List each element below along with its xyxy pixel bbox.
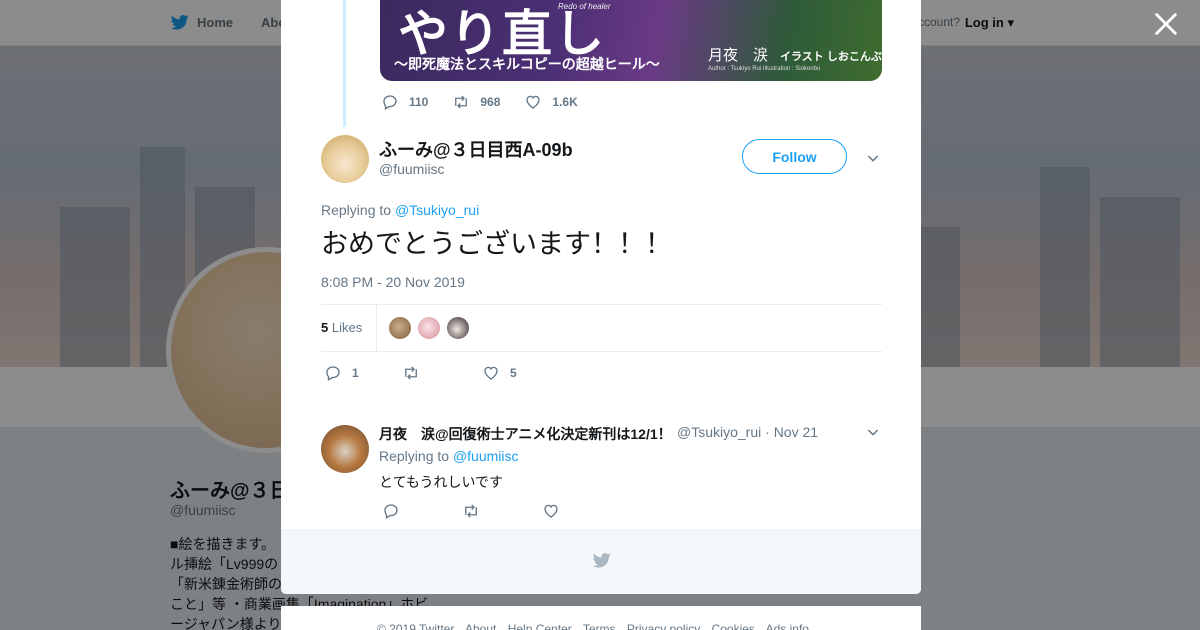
heart-icon [484, 366, 498, 380]
footer-link-ads[interactable]: Ads info [766, 622, 809, 630]
reply-text: とてもうれしいです [379, 474, 504, 490]
modal-footer [281, 530, 921, 594]
like-button[interactable] [542, 502, 570, 520]
replying-prefix: Replying to [379, 448, 450, 464]
like-button[interactable]: 1.6K [524, 93, 578, 111]
retweet-button[interactable] [402, 364, 472, 382]
reply-icon [326, 366, 340, 381]
stats-divider [376, 305, 377, 352]
likes-label: Likes [331, 320, 363, 335]
retweet-button[interactable] [462, 502, 532, 520]
media-credit: Author : Tsukiyo Rui Illustration : Siok… [708, 66, 821, 72]
footer-link-help[interactable]: Help Center [508, 622, 572, 630]
reply-author-handle-and-date[interactable]: @Tsukiyo_rui · Nov 21 [677, 424, 818, 440]
reply-author-name[interactable]: 月夜 涙@回復術士アニメ化決定新刊は12/1！ [379, 424, 672, 444]
footer-link-about[interactable]: About [465, 622, 496, 630]
reply-replying-to: Replying to @fuumiisc [379, 448, 519, 464]
twitter-bird-icon [592, 552, 611, 568]
retweet-button[interactable]: 968 [452, 93, 500, 111]
tweet-timestamp[interactable]: 8:08 PM - 20 Nov 2019 [321, 274, 465, 290]
footer-link-terms[interactable]: Terms [583, 622, 616, 630]
replying-prefix: Replying to [321, 202, 392, 218]
footer-links: © 2019 Twitter About Help Center Terms P… [377, 622, 817, 630]
footer-copyright: © 2019 Twitter [377, 622, 455, 630]
tweet-text: おめでとうございます！！！ [321, 229, 672, 259]
previous-tweet-media[interactable]: やり直し Redo of healer 〜即死魔法とスキルコピーの超越ヒール〜 … [380, 0, 882, 81]
like-count: 1.6K [552, 95, 578, 109]
heart-icon [544, 504, 558, 518]
thread-line [343, 0, 346, 127]
tweet-stats: 5 Likes [321, 304, 882, 352]
media-author: 月夜 涙 [708, 46, 769, 64]
page-footer: © 2019 Twitter About Help Center Terms P… [281, 606, 921, 630]
author-display-name[interactable]: ふーみ@３日目西A-09b [379, 136, 573, 162]
reply-icon [384, 504, 398, 519]
author-avatar[interactable] [321, 135, 369, 183]
previous-tweet-actions: 110 968 1.6K [381, 93, 598, 111]
replying-to-link[interactable]: @fuumiisc [453, 448, 519, 464]
reply-author-avatar[interactable] [321, 425, 369, 473]
tweet-actions: 1 5 [324, 364, 537, 382]
follow-button[interactable]: Follow [742, 139, 847, 174]
reply-count: 110 [409, 95, 429, 109]
media-english-title: Redo of healer [558, 2, 611, 11]
chevron-down-icon[interactable] [865, 424, 881, 440]
reply-date: · Nov 21 [765, 424, 819, 440]
liker-avatar[interactable] [417, 316, 441, 340]
retweet-icon [405, 366, 417, 380]
close-icon[interactable] [1152, 10, 1180, 38]
retweet-count: 968 [480, 95, 501, 109]
media-subtitle: 〜即死魔法とスキルコピーの超越ヒール〜 [394, 57, 660, 73]
replying-to: Replying to @Tsukiyo_rui [321, 202, 479, 218]
likes-count[interactable]: 5 Likes [321, 320, 362, 335]
reply-button[interactable]: 110 [381, 93, 428, 111]
like-count: 5 [510, 366, 517, 380]
footer-link-cookies[interactable]: Cookies [712, 622, 755, 630]
retweet-icon [465, 504, 477, 518]
reply-button[interactable] [382, 502, 452, 520]
media-illustrator: イラスト しおこんぶ [780, 51, 882, 63]
liker-avatar[interactable] [446, 316, 470, 340]
reply-author-handle: @Tsukiyo_rui [677, 424, 762, 440]
liker-avatar[interactable] [388, 316, 412, 340]
reply-button[interactable]: 1 [324, 364, 392, 382]
likes-number: 5 [321, 320, 329, 335]
like-button[interactable]: 5 [482, 364, 517, 382]
reply-tweet-actions [382, 502, 590, 520]
chevron-down-icon[interactable] [865, 150, 881, 166]
replying-to-link[interactable]: @Tsukiyo_rui [395, 202, 479, 218]
author-handle[interactable]: @fuumiisc [379, 161, 445, 177]
reply-icon [383, 95, 397, 110]
tweet-modal: やり直し Redo of healer 〜即死魔法とスキルコピーの超越ヒール〜 … [281, 0, 921, 594]
reply-count: 1 [352, 366, 359, 380]
footer-link-privacy[interactable]: Privacy policy [627, 622, 700, 630]
heart-icon [526, 95, 541, 109]
retweet-icon [455, 95, 468, 109]
